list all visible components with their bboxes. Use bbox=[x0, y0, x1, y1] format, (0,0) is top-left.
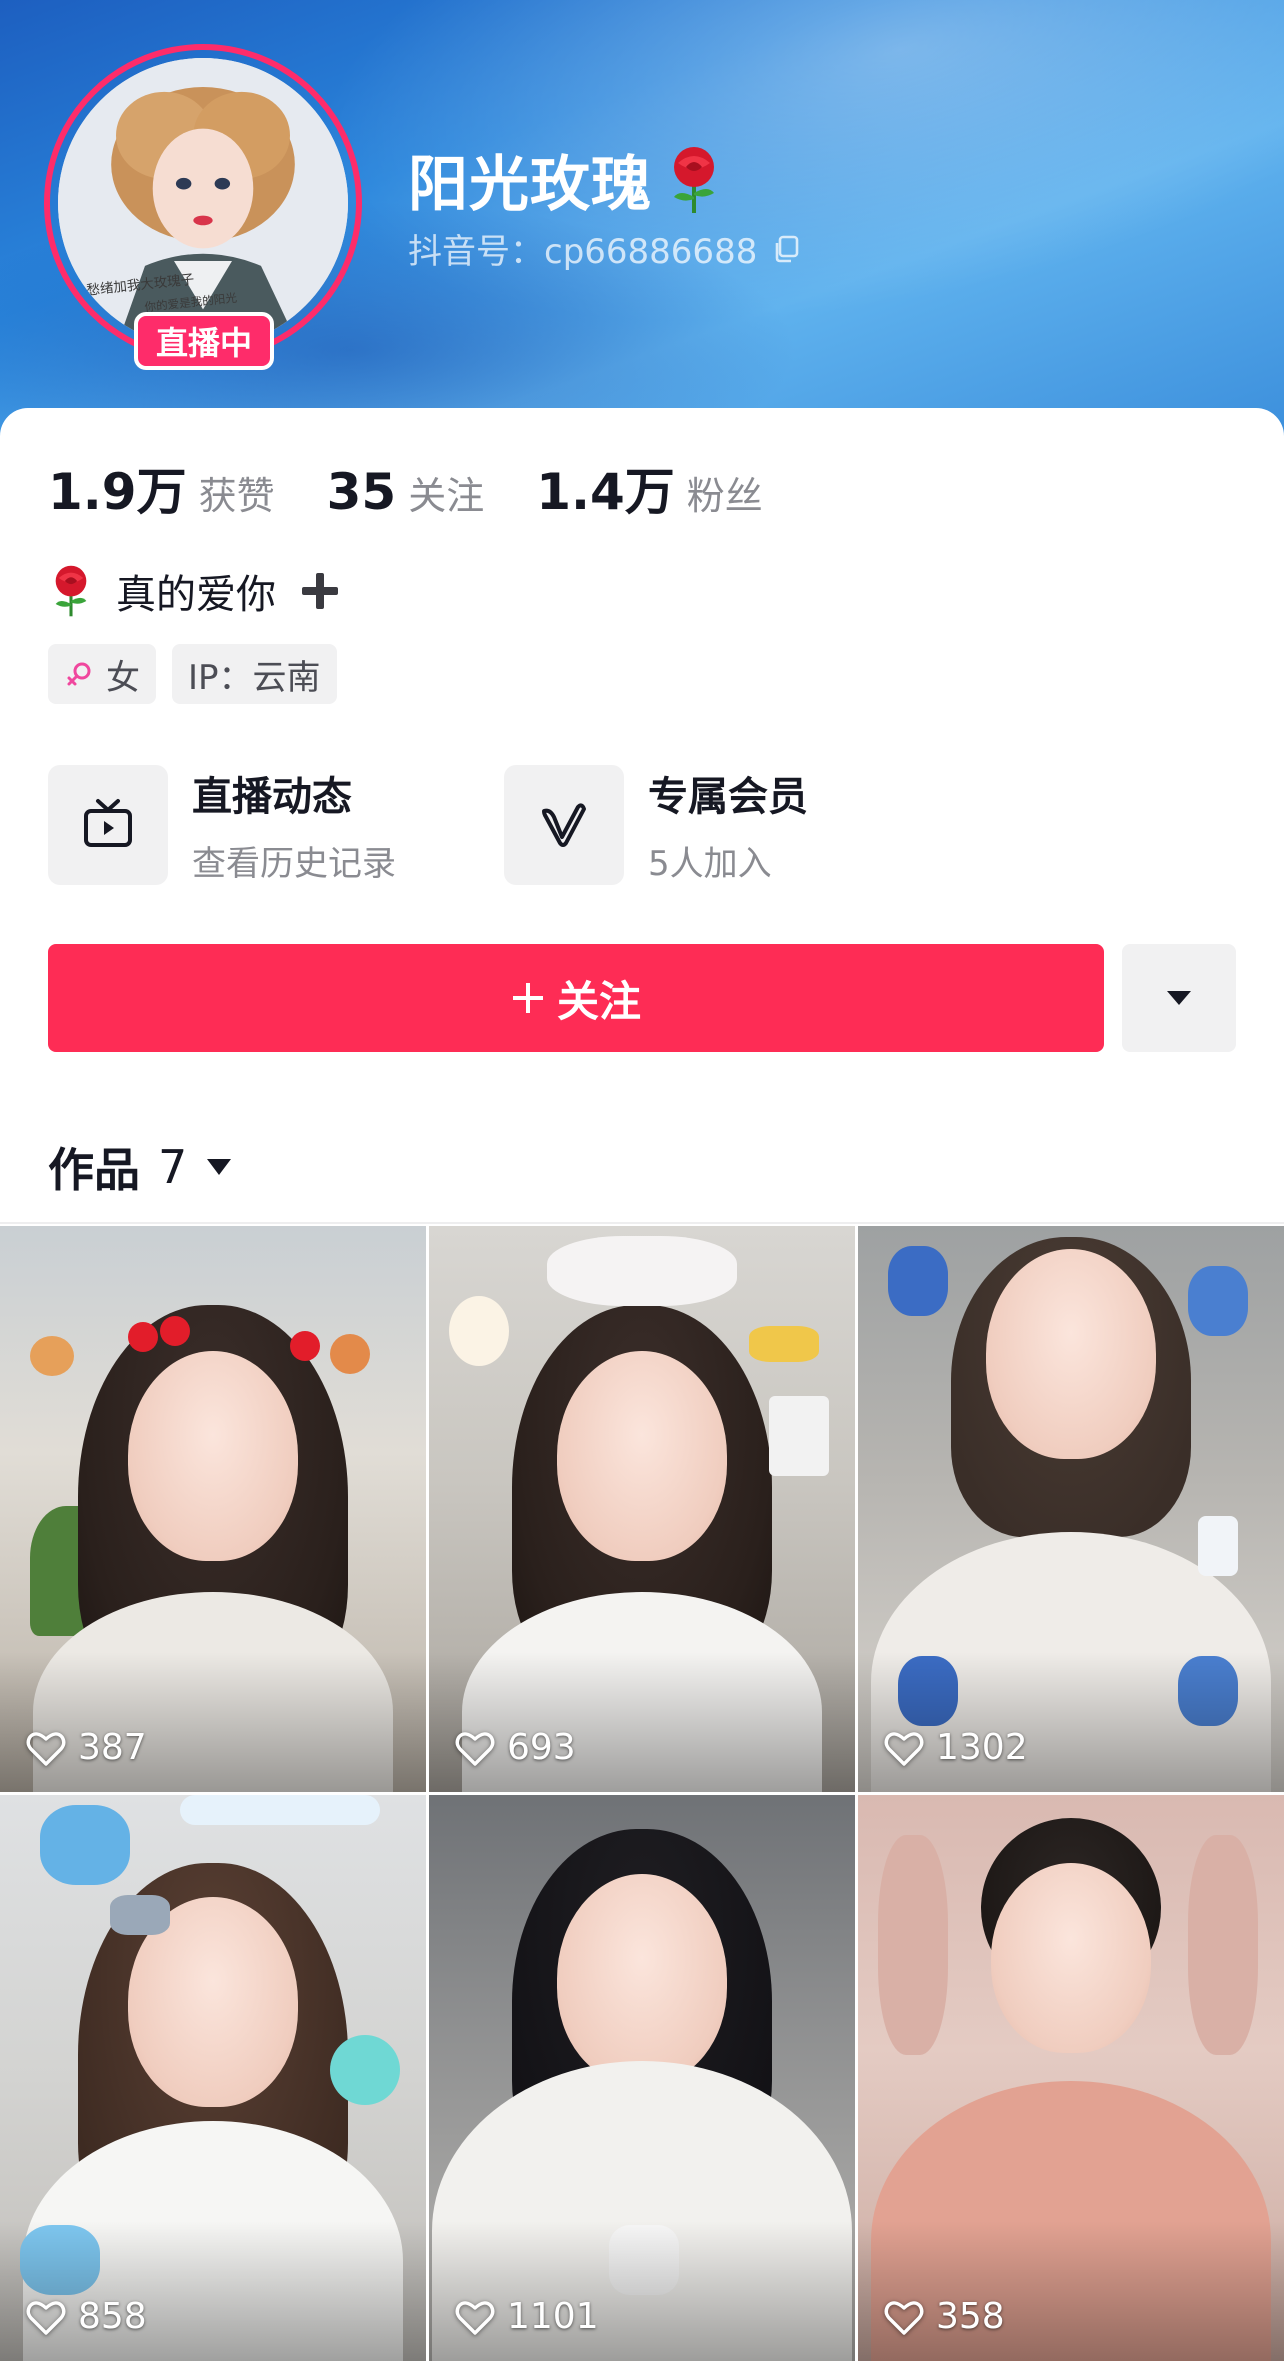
feature-title: 专属会员 bbox=[648, 774, 808, 820]
avatar-image: 愁绪加我大玫瑰子 你的爱是我的阳光 bbox=[58, 58, 348, 348]
feature-text: 专属会员 5人加入 bbox=[648, 764, 808, 885]
video-thumbnail[interactable]: 1302 bbox=[858, 1226, 1284, 1792]
gender-tag: 女 bbox=[48, 644, 156, 704]
like-count: 693 bbox=[507, 1727, 576, 1768]
douyin-id-row: 抖音号：cp66886688 bbox=[408, 224, 801, 273]
stat-followers-value: 1.4万 bbox=[536, 463, 675, 521]
feature-icon-box bbox=[48, 764, 168, 885]
like-count: 858 bbox=[78, 2296, 147, 2337]
like-count: 387 bbox=[78, 1727, 147, 1768]
follow-label: 关注 bbox=[556, 976, 641, 1026]
live-history-entry[interactable]: 直播动态 查看历史记录 bbox=[48, 764, 504, 885]
video-like-count: 1302 bbox=[884, 1727, 1028, 1768]
plus-icon bbox=[512, 983, 543, 1013]
avatar-illustration: 愁绪加我大玫瑰子 你的爱是我的阳光 bbox=[58, 58, 348, 348]
divider bbox=[0, 1222, 1284, 1224]
stat-likes[interactable]: 1.9万 获赞 bbox=[48, 452, 275, 524]
rose-icon bbox=[674, 146, 714, 213]
profile-name: 阳光玫瑰 bbox=[408, 150, 652, 220]
stat-followers-label: 粉丝 bbox=[686, 474, 763, 518]
copy-icon[interactable] bbox=[771, 234, 801, 264]
heart-icon bbox=[26, 1731, 66, 1766]
bio-row: 真的爱你 bbox=[48, 562, 342, 620]
ip-tag: IP：云南 bbox=[172, 644, 337, 704]
video-thumbnail[interactable]: 358 bbox=[858, 1795, 1284, 2361]
like-count: 1101 bbox=[507, 2296, 599, 2337]
profile-stats: 1.9万 获赞 35 关注 1.4万 粉丝 bbox=[48, 452, 815, 524]
works-count: 7 bbox=[158, 1140, 188, 1194]
tv-icon bbox=[84, 798, 132, 847]
feature-title: 直播动态 bbox=[192, 774, 352, 820]
follow-button[interactable]: 关注 bbox=[48, 944, 1104, 1052]
video-like-count: 358 bbox=[884, 2296, 1005, 2337]
douyin-id: 抖音号：cp66886688 bbox=[408, 232, 758, 272]
heart-icon bbox=[884, 2300, 924, 2335]
feature-subtitle: 查看历史记录 bbox=[192, 844, 396, 884]
female-icon bbox=[67, 662, 91, 686]
stat-likes-value: 1.9万 bbox=[48, 463, 187, 521]
heart-icon bbox=[26, 2300, 66, 2335]
feature-subtitle: 5人加入 bbox=[648, 844, 772, 884]
triangle-down-icon bbox=[1167, 991, 1191, 1005]
gender-label: 女 bbox=[106, 657, 140, 698]
profile-tags: 女 IP：云南 bbox=[48, 644, 353, 704]
heart-icon bbox=[455, 2300, 495, 2335]
video-thumbnail[interactable]: 693 bbox=[429, 1226, 855, 1792]
ip-label: IP：云南 bbox=[188, 657, 321, 698]
stat-following[interactable]: 35 关注 bbox=[327, 463, 485, 521]
feature-icon-box bbox=[504, 764, 624, 885]
heart-icon bbox=[884, 1731, 924, 1766]
video-like-count: 858 bbox=[26, 2296, 147, 2337]
profile-name-row: 阳光玫瑰 bbox=[408, 136, 724, 223]
feature-entries: 直播动态 查看历史记录 专属会员 5人加入 bbox=[48, 764, 960, 885]
live-badge[interactable]: 直播中 bbox=[134, 312, 274, 370]
rose-icon bbox=[55, 565, 87, 617]
bio-text: 真的爱你 bbox=[116, 572, 276, 618]
works-label: 作品 bbox=[48, 1143, 140, 1197]
video-thumbnail[interactable]: 1101 bbox=[429, 1795, 855, 2361]
works-tab[interactable]: 作品 7 bbox=[48, 1134, 233, 1200]
heart-icon bbox=[455, 1731, 495, 1766]
stat-likes-label: 获赞 bbox=[198, 474, 275, 518]
like-count: 1302 bbox=[936, 1727, 1028, 1768]
video-grid: 387 693 1302 858 1101 358 bbox=[0, 1226, 1284, 2363]
feature-text: 直播动态 查看历史记录 bbox=[192, 764, 396, 885]
video-thumbnail[interactable]: 387 bbox=[0, 1226, 426, 1792]
v-logo-icon bbox=[542, 802, 586, 847]
stat-followers[interactable]: 1.4万 粉丝 bbox=[536, 452, 763, 524]
more-options-button[interactable] bbox=[1122, 944, 1236, 1052]
video-thumbnail[interactable]: 858 bbox=[0, 1795, 426, 2361]
caret-down-icon bbox=[207, 1159, 232, 1175]
stat-following-label: 关注 bbox=[408, 474, 485, 518]
membership-entry[interactable]: 专属会员 5人加入 bbox=[504, 764, 960, 885]
video-like-count: 1101 bbox=[455, 2296, 599, 2337]
video-like-count: 387 bbox=[26, 1727, 147, 1768]
video-like-count: 693 bbox=[455, 1727, 576, 1768]
stat-following-value: 35 bbox=[326, 463, 397, 521]
like-count: 358 bbox=[936, 2296, 1005, 2337]
plus-icon[interactable] bbox=[298, 569, 342, 613]
